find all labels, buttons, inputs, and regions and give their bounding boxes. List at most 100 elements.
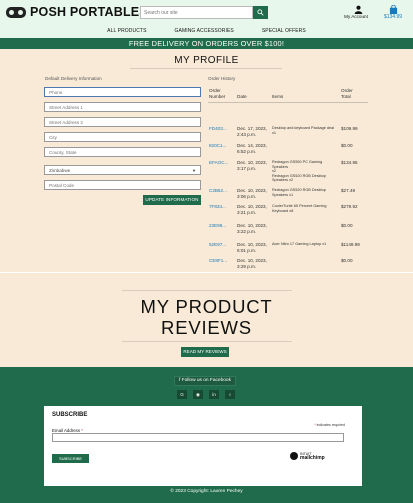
update-information-button[interactable]: UPDATE INFORMATION <box>143 195 201 205</box>
order-date-line: 6:01 p.m. <box>237 247 257 253</box>
subscribe-button[interactable]: SUBSCRIBE <box>52 454 89 463</box>
order-total: $27.49 <box>341 188 356 193</box>
order-date-line: Dec. 14, 2023, <box>237 143 267 148</box>
main-nav: ALL PRODUCTS GAMING ACCESSORIES SPECIAL … <box>0 28 413 34</box>
order-number-link[interactable]: CE8F1... <box>209 258 227 263</box>
delivery-banner: FREE DELIVERY ON ORDERS OVER $100! <box>0 38 413 49</box>
divider <box>122 290 292 291</box>
order-date: Dec. 10, 2023, 3:29 p.m. <box>237 258 267 269</box>
nav-gaming-accessories[interactable]: GAMING ACCESSORIES <box>175 28 234 34</box>
country-value: Zimbabwe <box>49 167 71 173</box>
table-row: 7F834... Dec. 10, 2023, 3:21 p.m. CoolerTur… <box>208 204 368 222</box>
order-date-line: Dec. 10, 2023, <box>237 258 267 263</box>
order-date-line: Dec. 10, 2023, <box>237 242 267 247</box>
chevron-down-icon: ▼ <box>192 167 196 173</box>
order-date-line: Dec. 10, 2023, <box>237 188 267 193</box>
order-date: Dec. 10, 2023, 6:01 p.m. <box>237 242 267 253</box>
header-order-total: Order Total <box>341 88 353 99</box>
phone-field[interactable] <box>44 87 201 97</box>
mailchimp-badge[interactable]: INTUIT mailchimp <box>290 452 325 461</box>
street-address-2-field[interactable] <box>44 117 201 127</box>
order-date-line: 2:43 p.m. <box>237 131 257 137</box>
order-date-line: Dec. 10, 2023, <box>237 223 267 228</box>
order-total: $134.95 <box>341 160 358 165</box>
order-number-link[interactable]: 7F834... <box>209 204 226 209</box>
table-row: FD403... Dec. 17, 2023, 2:43 p.m. Desktop a… <box>208 126 368 144</box>
copyright: © 2023 Copyright: Lauren Pechey <box>170 489 243 494</box>
order-date-line: 3:22 p.m. <box>237 228 257 234</box>
order-total: $0.00 <box>341 143 353 148</box>
logo-text: POSH PORTABLES <box>30 5 148 19</box>
order-items: Desktop and keyboard Package deal x1 <box>272 126 338 135</box>
order-number-link[interactable]: 23E98... <box>209 223 226 228</box>
social-links: G ◉ in ○ <box>177 390 235 399</box>
order-date: Dec. 17, 2023, 2:43 p.m. <box>237 126 267 137</box>
site-header: POSH PORTABLES My Account $134.99 ALL PR… <box>0 0 413 38</box>
order-date-line: Dec. 17, 2023, <box>237 126 267 131</box>
divider <box>130 68 282 69</box>
search-button[interactable] <box>253 6 268 19</box>
table-header-divider <box>208 102 368 103</box>
required-note-text: indicates required <box>316 423 345 427</box>
order-date: Dec. 10, 2023, 3:22 p.m. <box>237 223 267 234</box>
read-my-reviews-button[interactable]: READ MY REVIEWS <box>181 347 229 357</box>
search-bar <box>140 6 268 19</box>
subscribe-form: SUBSCRIBE * indicates required Email Add… <box>44 406 362 486</box>
order-date-line: 3:21 p.m. <box>237 209 257 215</box>
bag-total: $134.99 <box>383 14 403 20</box>
order-items: Acer Nitro 17 Gaming Laptop x1 <box>272 242 338 247</box>
order-number-link[interactable]: EFAOC... <box>209 160 228 165</box>
header-order-number-line2: Number <box>209 93 226 99</box>
order-total: $279.92 <box>341 204 358 209</box>
order-number-link[interactable]: FD403... <box>209 126 227 131</box>
order-item-line: Redragon GS550 PC Gaming Speakers <box>272 160 323 169</box>
order-date: Dec. 10, 2023, 3:06 p.m. <box>237 188 267 199</box>
subscribe-title: SUBSCRIBE <box>52 412 88 418</box>
divider <box>122 341 292 342</box>
county-field[interactable] <box>44 147 201 157</box>
nav-special-offers[interactable]: SPECIAL OFFERS <box>262 28 306 34</box>
order-number-link[interactable]: C2B62... <box>209 188 227 193</box>
street-address-1-field[interactable] <box>44 102 201 112</box>
city-field[interactable] <box>44 132 201 142</box>
shopping-bag-link[interactable]: $134.99 <box>382 5 404 20</box>
google-icon[interactable]: G <box>177 390 187 399</box>
order-number-link[interactable]: 52E97... <box>209 242 226 247</box>
follow-facebook-button[interactable]: f Follow us on Facebook <box>174 376 236 386</box>
order-items: Redragon GS550 PC Gaming Speakers x2 Redra… <box>272 160 338 183</box>
order-date-line: Dec. 10, 2023, <box>237 204 267 209</box>
country-select[interactable]: Zimbabwe ▼ <box>44 165 201 175</box>
order-items: Redragon GS520 RGB Desktop Speakers x1 <box>272 188 338 197</box>
postal-code-field[interactable] <box>44 180 201 190</box>
mailchimp-text: INTUIT mailchimp <box>300 452 325 461</box>
order-total: $0.00 <box>341 223 353 228</box>
email-field[interactable] <box>52 433 344 442</box>
header-date: Date <box>237 94 247 99</box>
linkedin-icon[interactable]: in <box>209 390 219 399</box>
profile-section: MY PROFILE Default Delivery Information … <box>0 49 413 321</box>
my-account-link[interactable]: My Account <box>343 5 373 19</box>
site-footer: f Follow us on Facebook G ◉ in ○ SUBSCRI… <box>0 367 413 503</box>
order-number-link[interactable]: 820C1... <box>209 143 226 148</box>
order-item-line: Desktop and keyboard Package deal <box>272 126 335 130</box>
order-item-line: Acer Nitro 17 Gaming Laptop x1 <box>272 242 327 246</box>
order-date-line: 6:52 p.m. <box>237 148 257 154</box>
order-date-line: 3:29 p.m. <box>237 263 257 269</box>
order-items: CoolerTurtle 65 Percent Gaming Keyboard x… <box>272 204 338 213</box>
mailchimp-logo-icon <box>290 452 298 460</box>
instagram-icon[interactable]: ◉ <box>193 390 203 399</box>
site-logo[interactable]: POSH PORTABLES <box>6 5 148 19</box>
user-icon <box>354 5 362 14</box>
header-order-total-line1: Order <box>341 88 353 93</box>
table-row: 820C1... Dec. 14, 2023, 6:52 p.m. $0.00 <box>208 143 368 161</box>
order-item-line: x1 <box>272 130 277 135</box>
order-item-line: Speakers x2 <box>272 178 294 183</box>
order-date-line: 3:06 p.m. <box>237 193 257 199</box>
search-input[interactable] <box>140 6 253 19</box>
github-icon[interactable]: ○ <box>225 390 235 399</box>
follow-facebook-label: Follow us on Facebook <box>181 378 231 383</box>
order-date: Dec. 14, 2023, 6:52 p.m. <box>237 143 267 154</box>
order-date: Dec. 10, 2023, 3:21 p.m. <box>237 204 267 215</box>
nav-all-products[interactable]: ALL PRODUCTS <box>107 28 146 34</box>
order-item-line: Keyboard x8 <box>272 208 294 213</box>
